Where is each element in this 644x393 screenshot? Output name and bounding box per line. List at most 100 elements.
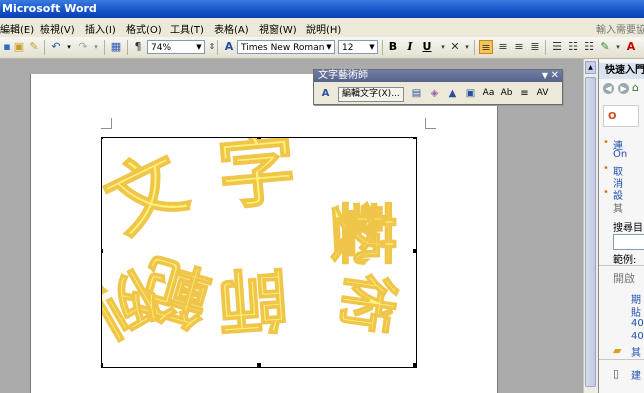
- bullet-icon: •: [603, 163, 609, 174]
- toolbar-separator: [474, 40, 475, 55]
- table-icon[interactable]: ▦: [109, 40, 123, 54]
- paste-icon[interactable]: ▣: [12, 40, 26, 54]
- wordart-gallery-icon[interactable]: ▤: [409, 86, 424, 101]
- font-size-select[interactable]: 12 ▼: [338, 40, 378, 54]
- search-label: 搜尋目: [613, 223, 643, 234]
- home-icon[interactable]: ⌂: [632, 81, 639, 94]
- wordart-toolbar[interactable]: 文字藝術師 ▼ ✕ A 編輯文字(X)... ▤ ◈ ▲ ▣ Aa Ab ≡ A…: [313, 69, 563, 105]
- numbering-icon[interactable]: ☷: [566, 40, 580, 54]
- redo-dropdown-icon[interactable]: ▾: [89, 40, 103, 54]
- resize-handle[interactable]: [413, 363, 416, 367]
- wordart-char: 術: [329, 269, 406, 337]
- italic-button[interactable]: I: [403, 40, 417, 54]
- toolbar-separator: [382, 40, 383, 55]
- resize-handle[interactable]: [102, 138, 103, 139]
- wordart-toolbar-buttons: A 編輯文字(X)... ▤ ◈ ▲ ▣ Aa Ab ≡ AV: [314, 84, 562, 103]
- zoom-select[interactable]: 74% ▼: [147, 40, 205, 54]
- task-pane-title[interactable]: 快速入門: [599, 63, 644, 79]
- redo-icon[interactable]: ↷: [76, 40, 90, 54]
- format-wordart-icon[interactable]: ◈: [427, 86, 442, 101]
- menu-view[interactable]: 檢視(V): [40, 21, 75, 36]
- resize-handle[interactable]: [102, 249, 103, 253]
- menu-edit[interactable]: 編輯(E): [0, 21, 34, 36]
- close-icon[interactable]: ✕: [547, 70, 559, 82]
- toolbar-separator: [127, 40, 128, 55]
- wordart-toolbar-title[interactable]: 文字藝術師 ▼ ✕: [314, 70, 562, 82]
- bold-button[interactable]: B: [386, 40, 400, 54]
- title-bar: Microsoft Word: [0, 0, 644, 18]
- wordart-shape-icon[interactable]: ▲: [445, 86, 460, 101]
- menu-help[interactable]: 說明(H): [306, 21, 341, 36]
- character-spacing-button[interactable]: AV: [535, 86, 550, 101]
- chevron-down-icon: ▼: [196, 43, 202, 51]
- undo-dropdown-icon[interactable]: ▾: [62, 40, 76, 54]
- wordart-object[interactable]: 文 字 藝 術 師 範 例: [101, 137, 417, 368]
- vertical-text-button[interactable]: Ab: [499, 86, 514, 101]
- alignment-icon[interactable]: ≡: [517, 86, 532, 101]
- highlight-icon[interactable]: ✎: [598, 40, 612, 54]
- styles-icon[interactable]: A: [222, 40, 236, 54]
- menu-tools[interactable]: 工具(T): [170, 21, 204, 36]
- app-title: Microsoft Word: [2, 2, 97, 15]
- undo-icon[interactable]: ↶: [49, 40, 63, 54]
- margin-marker: [101, 118, 112, 129]
- chevron-down-icon[interactable]: ▾: [611, 40, 625, 54]
- menu-bar: 編輯(E) 檢視(V) 插入(I) 格式(O) 工具(T) 表格(A) 視窗(W…: [0, 18, 644, 38]
- example-label: 範例:: [613, 255, 637, 266]
- show-hide-icon[interactable]: ¶: [131, 40, 145, 54]
- task-pane-title-text: 快速入門: [605, 65, 644, 76]
- font-color-icon[interactable]: A: [624, 40, 638, 54]
- underline-button[interactable]: U: [420, 40, 434, 54]
- edit-text-button[interactable]: 編輯文字(X)...: [338, 87, 404, 102]
- resize-handle[interactable]: [413, 249, 416, 253]
- bullets-icon[interactable]: ☷: [582, 40, 596, 54]
- scrollbar-thumb[interactable]: [585, 77, 596, 387]
- resize-handle[interactable]: [102, 363, 103, 367]
- menu-table[interactable]: 表格(A): [214, 21, 249, 36]
- wordart-toolbar-title-text: 文字藝術師: [318, 70, 368, 81]
- recent-file[interactable]: 40: [631, 318, 644, 329]
- line-spacing-icon[interactable]: ☰: [550, 40, 564, 54]
- new-document-icon: ▯: [613, 367, 620, 380]
- wordart-char: 文: [101, 137, 200, 251]
- menu-window[interactable]: 視窗(W): [259, 21, 297, 36]
- task-pane: 快速入門 ◀ ▶ ⌂ O • 連 On • 取 消 • 設 其 搜尋目 範例: …: [598, 59, 644, 393]
- section-divider: [599, 359, 644, 360]
- recent-file[interactable]: 40: [631, 331, 644, 342]
- toolbar: ▪ ▣ ✎ ↶ ▾ ↷ ▾ ▦ ¶ 74% ▼ ⇕ A Times New Ro…: [0, 37, 644, 59]
- forward-icon[interactable]: ▶: [618, 83, 629, 94]
- resize-handle[interactable]: [413, 138, 416, 139]
- align-right-icon[interactable]: ≡: [512, 40, 526, 54]
- font-select[interactable]: Times New Roman ▼: [237, 40, 335, 54]
- back-icon[interactable]: ◀: [603, 83, 614, 94]
- more-files-link[interactable]: 其: [631, 344, 641, 359]
- menu-insert[interactable]: 插入(I): [85, 21, 116, 36]
- resize-handle[interactable]: [257, 138, 261, 139]
- text-wrapping-icon[interactable]: ▣: [463, 86, 478, 101]
- scroll-up-icon[interactable]: ▲: [585, 61, 596, 74]
- chevron-down-icon: ▼: [369, 43, 375, 51]
- task-link[interactable]: 其: [613, 200, 623, 215]
- bullet-icon: •: [603, 187, 609, 198]
- resize-handle[interactable]: [257, 363, 261, 367]
- insert-wordart-icon[interactable]: A: [318, 86, 333, 101]
- align-left-icon[interactable]: ≡: [479, 40, 493, 54]
- recent-file[interactable]: 貼: [631, 304, 641, 319]
- chevron-down-icon[interactable]: ▾: [460, 40, 474, 54]
- justify-icon[interactable]: ≣: [528, 40, 542, 54]
- menu-format[interactable]: 格式(O): [126, 21, 162, 36]
- task-link[interactable]: On: [613, 149, 627, 160]
- font-size-value: 12: [342, 43, 354, 53]
- zoom-value: 74%: [151, 43, 172, 53]
- format-painter-icon[interactable]: ✎: [27, 40, 41, 54]
- vertical-scrollbar[interactable]: ▲: [583, 59, 598, 393]
- toolbar-separator: [44, 40, 45, 55]
- wordart-char: 師: [214, 255, 291, 343]
- wordart-char: 藝: [322, 199, 401, 267]
- help-search-box[interactable]: 輸入需要協: [596, 21, 644, 36]
- search-input[interactable]: [613, 234, 644, 250]
- same-height-button[interactable]: Aa: [481, 86, 496, 101]
- wordart-char: 字: [213, 137, 300, 222]
- align-center-icon[interactable]: ≡: [496, 40, 510, 54]
- new-document-link[interactable]: 建: [631, 367, 641, 382]
